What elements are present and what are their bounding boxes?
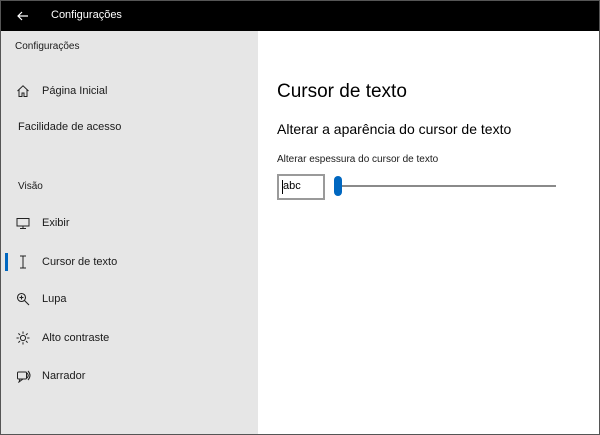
slider-thumb[interactable] — [334, 176, 342, 196]
back-button[interactable] — [9, 5, 37, 27]
sidebar-item-label: Lupa — [42, 293, 67, 305]
narrator-icon — [15, 368, 31, 384]
sidebar-item-label: Alto contraste — [42, 332, 110, 344]
active-indicator — [5, 253, 8, 271]
title-bar: Configurações — [1, 1, 599, 31]
sidebar-heading: Configurações — [15, 41, 80, 52]
sidebar-item-label: Cursor de texto — [42, 256, 118, 268]
window-title: Configurações — [51, 9, 122, 21]
sidebar-item-label: Facilidade de acesso — [18, 121, 122, 133]
main-content: Cursor de texto Alterar a aparência do c… — [258, 31, 599, 434]
sidebar-item-home[interactable]: Página Inicial — [1, 76, 258, 106]
sidebar-item-ease-of-access[interactable]: Facilidade de acesso — [1, 112, 258, 142]
slider-label: Alterar espessura do cursor de texto — [277, 154, 439, 165]
preview-text: abc — [283, 180, 301, 192]
page-title: Cursor de texto — [277, 81, 407, 102]
sidebar-item-label: Exibir — [42, 217, 70, 229]
sidebar: Configurações Página Inicial Facilidade … — [1, 31, 258, 434]
cursor-preview-box: abc — [277, 174, 325, 200]
text-cursor-icon — [15, 254, 31, 270]
sidebar-item-magnifier[interactable]: Lupa — [1, 284, 258, 314]
sidebar-item-text-cursor[interactable]: Cursor de texto — [1, 247, 258, 277]
brightness-icon — [15, 330, 31, 346]
section-subheading: Alterar a aparência do cursor de texto — [277, 121, 512, 137]
slider-track — [338, 185, 556, 187]
cursor-thickness-slider[interactable] — [334, 175, 556, 196]
home-icon — [15, 83, 31, 99]
sidebar-item-label: Narrador — [42, 370, 86, 382]
sidebar-item-label: Página Inicial — [42, 85, 108, 97]
magnifier-icon — [15, 291, 31, 307]
monitor-icon — [15, 215, 31, 231]
section-label-vision: Visão — [18, 181, 43, 192]
arrow-left-icon — [17, 11, 28, 21]
sidebar-item-display[interactable]: Exibir — [1, 208, 258, 238]
sidebar-item-narrator[interactable]: Narrador — [1, 361, 258, 391]
sidebar-item-high-contrast[interactable]: Alto contraste — [1, 323, 258, 353]
settings-window: Configurações Configurações Página Inici… — [0, 0, 600, 435]
